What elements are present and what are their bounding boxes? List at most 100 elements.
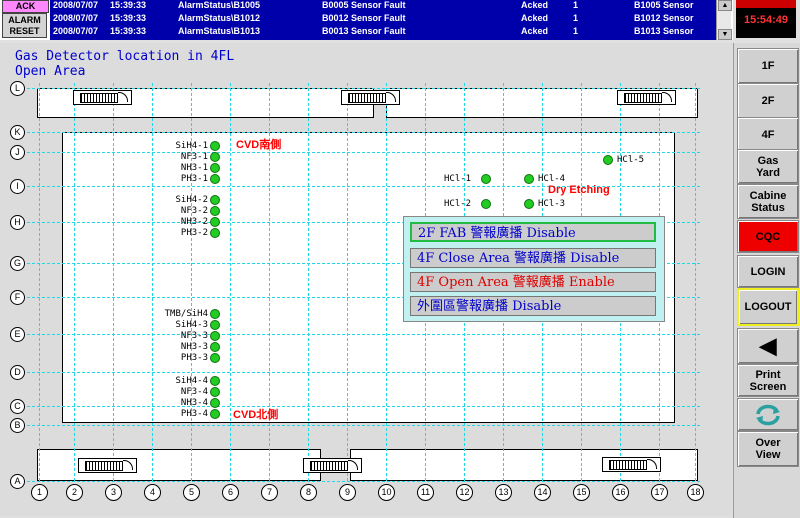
scroll-down-icon[interactable]: ▼ xyxy=(718,29,732,40)
sensor-status-icon xyxy=(210,141,220,151)
col-label: 13 xyxy=(495,484,512,501)
logout-button[interactable]: LOGOUT xyxy=(737,288,799,326)
sensor-status-icon xyxy=(210,353,220,363)
grid-line-vertical xyxy=(695,83,696,481)
alarm-count: 1 xyxy=(573,26,579,36)
col-label: 6 xyxy=(222,484,239,501)
gas-sensor-hcl-4[interactable]: HCl-4 xyxy=(523,173,575,185)
broadcast-4f-open-area-button[interactable]: 4F Open Area 警報廣播 Enable xyxy=(410,272,656,292)
alarm-count: 1 xyxy=(573,13,579,23)
alarm-message: B0012 Sensor Fault xyxy=(322,13,406,23)
grid-line-horizontal xyxy=(22,481,700,482)
sensor-status-icon xyxy=(210,376,220,386)
sensor-label: HCl-1 xyxy=(444,174,472,184)
grid-line-vertical xyxy=(230,83,231,481)
alarm-desc: B1005 Sensor xyxy=(634,0,694,10)
gas-sensor[interactable]: PH3-4 xyxy=(150,408,222,420)
alarm-indicator xyxy=(736,0,796,8)
scroll-up-icon[interactable]: ▲ xyxy=(718,0,732,11)
gas-sensor[interactable]: PH3-3 xyxy=(150,352,222,364)
sensor-status-icon xyxy=(210,206,220,216)
row-label: E xyxy=(10,327,25,342)
floor-2f-button[interactable]: 2F xyxy=(737,83,799,119)
alarm-reset-button[interactable]: ALARM RESET xyxy=(2,13,47,38)
title-line-2: Open Area xyxy=(15,64,86,79)
gas-sensor[interactable]: PH3-2 xyxy=(150,227,222,239)
alarm-state: Acked xyxy=(521,0,549,10)
col-label: 15 xyxy=(573,484,590,501)
floor-4f-button[interactable]: 4F xyxy=(737,117,799,153)
login-button[interactable]: LOGIN xyxy=(737,255,799,288)
col-label: 14 xyxy=(534,484,551,501)
gas-sensor-hcl-1[interactable]: HCl-1 xyxy=(440,173,492,185)
alarm-date: 2008/07/07 xyxy=(53,0,99,10)
gas-yard-button[interactable]: Gas Yard xyxy=(737,149,799,184)
grid-line-horizontal xyxy=(22,372,700,373)
col-label: 7 xyxy=(261,484,278,501)
sensor-status-icon xyxy=(210,331,220,341)
alarm-time: 15:39:33 xyxy=(110,0,147,10)
col-label: 17 xyxy=(651,484,668,501)
sensor-status-icon xyxy=(210,309,220,319)
grid-line-vertical xyxy=(113,83,114,481)
navigation-sidebar: 1F 2F 4F Gas Yard Cabine Status CQC LOGI… xyxy=(733,43,800,518)
alarm-tag: AlarmStatus\B1013 xyxy=(178,26,261,36)
sensor-status-icon xyxy=(524,174,534,184)
alarm-count: 1 xyxy=(573,0,579,10)
clock-time: 15:54:49 xyxy=(743,14,789,26)
gas-sensor-hcl-2[interactable]: HCl-2 xyxy=(440,198,492,210)
sensor-status-icon xyxy=(210,152,220,162)
grid-line-vertical xyxy=(347,83,348,481)
sensor-status-icon xyxy=(210,409,220,419)
cqc-button[interactable]: CQC xyxy=(737,220,799,253)
door-icon xyxy=(78,458,137,473)
row-label: L xyxy=(10,81,25,96)
sensor-status-icon xyxy=(210,217,220,227)
alarm-time: 15:39:33 xyxy=(110,13,147,23)
broadcast-outer-area-button[interactable]: 外圍區警報廣播 Disable xyxy=(410,296,656,316)
broadcast-4f-close-area-button[interactable]: 4F Close Area 警報廣播 Disable xyxy=(410,248,656,268)
page-title: Gas Detector location in 4FL Open Area xyxy=(15,49,234,79)
alarm-row[interactable]: 2008/07/07 15:39:33 AlarmStatus\B1013 B0… xyxy=(50,26,716,38)
sensor-status-icon xyxy=(481,174,491,184)
back-arrow-icon: ◀ xyxy=(759,333,777,358)
cabine-status-button[interactable]: Cabine Status xyxy=(737,184,799,219)
row-label: I xyxy=(10,179,25,194)
sensor-status-icon xyxy=(481,199,491,209)
ack-button[interactable]: ACK xyxy=(2,0,49,13)
broadcast-2f-fab-button[interactable]: 2F FAB 警報廣播 Disable xyxy=(410,222,656,242)
sensor-status-icon xyxy=(210,387,220,397)
sensor-status-icon xyxy=(603,155,613,165)
refresh-button[interactable] xyxy=(737,398,799,431)
alarm-list[interactable]: 2008/07/07 15:39:33 AlarmStatus\B1005 B0… xyxy=(50,0,716,40)
gas-sensor-hcl-5[interactable]: HCl-5 xyxy=(602,154,654,166)
col-label: 18 xyxy=(687,484,704,501)
col-label: 8 xyxy=(300,484,317,501)
grid-line-horizontal xyxy=(22,132,700,133)
alarm-state: Acked xyxy=(521,13,549,23)
col-label: 5 xyxy=(183,484,200,501)
door-icon xyxy=(602,457,661,472)
zone-label-cvd-south: CVD南側 xyxy=(236,139,282,151)
grid-line-horizontal xyxy=(22,406,700,407)
alarm-row[interactable]: 2008/07/07 15:39:33 AlarmStatus\B1005 B0… xyxy=(50,0,716,12)
row-label: B xyxy=(10,418,25,433)
row-label: K xyxy=(10,125,25,140)
alarm-time: 15:39:33 xyxy=(110,26,147,36)
gas-sensor[interactable]: PH3-1 xyxy=(150,173,222,185)
sensor-status-icon xyxy=(210,228,220,238)
print-screen-button[interactable]: Print Screen xyxy=(737,364,799,397)
floor-1f-button[interactable]: 1F xyxy=(737,48,799,84)
grid-line-vertical xyxy=(74,83,75,481)
alarm-tag: AlarmStatus\B1012 xyxy=(178,13,261,23)
sensor-status-icon xyxy=(524,199,534,209)
alarm-scrollbar[interactable]: ▲ ▼ xyxy=(716,0,732,40)
gas-sensor-hcl-3[interactable]: HCl-3 xyxy=(523,198,575,210)
alarm-row[interactable]: 2008/07/07 15:39:33 AlarmStatus\B1012 B0… xyxy=(50,13,716,25)
sensor-label: PH3-4 xyxy=(180,409,208,419)
back-button[interactable]: ◀ xyxy=(737,328,799,364)
col-label: 1 xyxy=(31,484,48,501)
col-label: 2 xyxy=(66,484,83,501)
overview-button[interactable]: Over View xyxy=(737,431,799,467)
door-icon xyxy=(341,90,400,105)
